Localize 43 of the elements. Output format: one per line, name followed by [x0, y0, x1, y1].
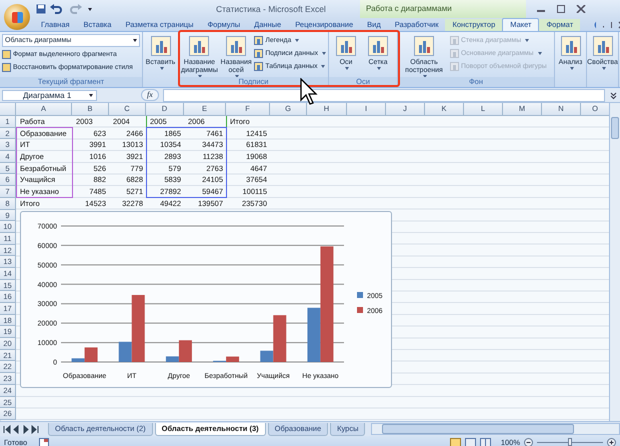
caret-icon — [160, 67, 164, 70]
bar-chart-icon — [592, 36, 612, 56]
zoom-slider-thumb[interactable] — [568, 438, 572, 446]
mouse-pointer-icon — [300, 78, 318, 106]
caret-icon — [321, 65, 326, 68]
office-button[interactable] — [4, 4, 30, 30]
expand-icon[interactable] — [609, 90, 618, 100]
bar-chart-icon — [560, 36, 580, 56]
caret-icon — [345, 67, 349, 70]
vertical-scrollbar[interactable] — [609, 103, 620, 421]
caret-icon — [602, 67, 606, 70]
horizontal-scrollbar[interactable] — [371, 423, 620, 435]
zoom-in-icon[interactable] — [607, 438, 616, 446]
caret-icon — [295, 39, 300, 42]
caret-icon — [133, 39, 137, 42]
formula-input[interactable] — [162, 88, 605, 102]
caret-icon — [525, 39, 530, 42]
caret-icon — [538, 52, 542, 55]
zoom-out-icon[interactable] — [524, 438, 533, 446]
macro-icon[interactable] — [39, 438, 50, 446]
undo-icon[interactable] — [50, 4, 64, 14]
redo-icon — [68, 4, 82, 14]
maximize-icon[interactable] — [556, 5, 566, 13]
normal-view-icon[interactable] — [450, 438, 461, 446]
page-layout-icon[interactable] — [464, 438, 476, 446]
save-icon[interactable] — [36, 4, 46, 14]
context-title: Работа с диаграммами — [360, 0, 526, 18]
bar-chart-icon — [368, 36, 388, 56]
caret-icon — [570, 67, 574, 70]
name-box[interactable]: Диаграмма 1 — [2, 90, 97, 100]
caret-icon — [89, 94, 93, 96]
caret-icon — [377, 67, 381, 70]
window-title: Статистика - Microsoft Excel — [216, 4, 327, 14]
range-outline — [16, 127, 73, 198]
bar-chart-icon — [336, 36, 356, 56]
caret-icon[interactable] — [88, 8, 92, 10]
bar-chart-icon — [226, 36, 246, 56]
page-break-icon[interactable] — [480, 438, 491, 446]
bar-chart-icon — [414, 36, 434, 56]
caret-icon — [322, 52, 326, 55]
bar-chart-icon — [189, 36, 210, 56]
function-button[interactable]: fx — [141, 89, 159, 101]
bar-chart-icon — [150, 36, 170, 56]
